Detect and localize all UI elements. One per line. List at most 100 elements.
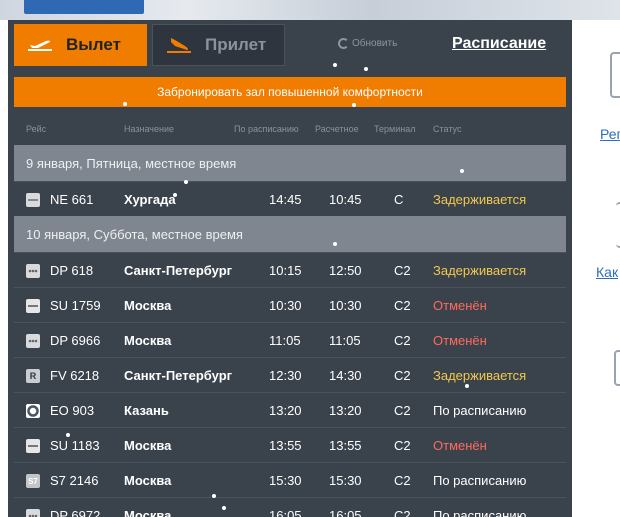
- right-sidebar: Рег Как: [572, 20, 620, 517]
- right-card-top[interactable]: [610, 52, 620, 98]
- terminal: C2: [394, 368, 411, 383]
- table-row[interactable]: NE 661 Хургада 14:45 10:45 C Задерживает…: [14, 181, 566, 216]
- tab-arrivals-label: Прилет: [205, 35, 267, 54]
- dot-marker: [173, 193, 177, 197]
- scheduled-time: 11:05: [269, 333, 301, 348]
- terminal: C2: [394, 438, 411, 453]
- scheduled-time: 13:55: [269, 438, 302, 453]
- table-row[interactable]: SU 1183 Москва 13:55 13:55 C2 Отменён: [14, 427, 566, 462]
- terminal: C2: [394, 508, 411, 517]
- registration-link[interactable]: Рег: [600, 126, 620, 142]
- tab-departures[interactable]: Вылет: [14, 24, 147, 66]
- flight-status: Отменён: [433, 438, 487, 453]
- flight-number: FV 6218: [50, 368, 100, 383]
- refresh-label: Обновить: [352, 38, 398, 49]
- scheduled-time: 10:15: [269, 263, 302, 278]
- destination: Хургада: [124, 192, 176, 207]
- refresh-icon: [338, 38, 349, 49]
- flight-number: S7 2146: [50, 473, 99, 488]
- estimated-time: 10:30: [329, 298, 362, 313]
- airline-logo-icon: [26, 404, 40, 418]
- airline-logo-icon: [26, 193, 40, 207]
- date-group-header: 10 января, Суббота, местное время: [14, 216, 566, 252]
- dot-marker: [352, 103, 356, 107]
- flight-status: Отменён: [433, 333, 487, 348]
- estimated-time: 15:30: [329, 473, 362, 488]
- flights-table: 9 января, Пятница, местное время NE 661 …: [14, 145, 566, 517]
- destination: Санкт-Петербург: [124, 263, 233, 278]
- estimated-time: 12:50: [329, 263, 362, 278]
- scheduled-time: 15:30: [269, 473, 302, 488]
- airline-logo-icon: S7: [26, 474, 40, 488]
- airline-logo-icon: [26, 439, 40, 453]
- column-header-scheduled: По расписанию: [234, 124, 299, 134]
- table-row[interactable]: SU 1759 Москва 10:30 10:30 C2 Отменён: [14, 287, 566, 322]
- airline-logo-icon: [26, 509, 40, 517]
- scheduled-time: 13:20: [269, 403, 302, 418]
- right-card-middle[interactable]: [616, 202, 620, 248]
- airline-logo-icon: [26, 299, 40, 313]
- destination: Санкт-Петербург: [124, 368, 233, 383]
- dot-marker: [222, 506, 226, 510]
- airline-logo-icon: [26, 264, 40, 278]
- right-card-bottom[interactable]: [614, 350, 620, 386]
- dot-marker: [66, 433, 70, 437]
- estimated-time: 16:05: [329, 508, 362, 517]
- dot-marker: [465, 384, 469, 388]
- destination: Казань: [124, 403, 169, 418]
- table-row[interactable]: DP 6966 Москва 11:05 11:05 C2 Отменён: [14, 322, 566, 357]
- dot-marker: [333, 242, 337, 246]
- scheduled-time: 16:05: [269, 508, 302, 517]
- airline-logo-icon: [26, 334, 40, 348]
- terminal: C2: [394, 298, 411, 313]
- tab-departures-label: Вылет: [66, 35, 121, 54]
- estimated-time: 11:05: [329, 333, 361, 348]
- flight-number: DP 618: [50, 263, 94, 278]
- dot-marker: [460, 169, 464, 173]
- flight-status: По расписанию: [433, 403, 527, 418]
- table-row[interactable]: S7 S7 2146 Москва 15:30 15:30 C2 По расп…: [14, 462, 566, 497]
- dot-marker: [364, 67, 368, 71]
- table-row[interactable]: EO 903 Казань 13:20 13:20 C2 По расписан…: [14, 392, 566, 427]
- table-row[interactable]: DP 6972 Москва 16:05 16:05 C2 По расписа…: [14, 497, 566, 517]
- estimated-time: 13:55: [329, 438, 362, 453]
- terminal: C: [394, 192, 404, 207]
- flight-number: EO 903: [50, 403, 95, 418]
- scheduled-time: 14:45: [269, 192, 302, 207]
- flight-number: NE 661: [50, 192, 94, 207]
- departure-plane-icon: [28, 40, 52, 51]
- table-row[interactable]: R FV 6218 Санкт-Петербург 12:30 14:30 C2…: [14, 357, 566, 392]
- how-to-link[interactable]: Как: [596, 264, 618, 280]
- dot-marker: [184, 180, 188, 184]
- destination: Москва: [124, 438, 172, 453]
- flight-status: Задерживается: [433, 263, 527, 278]
- dot-marker: [123, 102, 127, 106]
- destination: Москва: [124, 473, 172, 488]
- flight-status: Задерживается: [433, 192, 527, 207]
- flight-number: DP 6966: [50, 333, 101, 348]
- flight-number: SU 1183: [50, 438, 100, 453]
- terminal: C2: [394, 473, 411, 488]
- schedule-link[interactable]: Расписание: [452, 35, 546, 53]
- terminal: C2: [394, 403, 411, 418]
- flight-board-panel: Вылет Прилет Обновить Расписание Заброни…: [8, 20, 572, 517]
- flight-status: Задерживается: [433, 368, 527, 383]
- table-row[interactable]: DP 618 Санкт-Петербург 10:15 12:50 C2 За…: [14, 252, 566, 287]
- tab-arrivals[interactable]: Прилет: [152, 24, 285, 66]
- estimated-time: 10:45: [329, 192, 362, 207]
- flight-number: DP 6972: [50, 508, 101, 517]
- airline-logo-icon: R: [26, 369, 40, 383]
- destination: Москва: [124, 508, 172, 517]
- dot-marker: [333, 63, 337, 67]
- refresh-button[interactable]: Обновить: [338, 38, 397, 49]
- column-header-flight: Рейс: [26, 124, 47, 134]
- arrival-plane-icon: [167, 38, 191, 53]
- flight-number: SU 1759: [50, 298, 101, 313]
- scheduled-time: 12:30: [269, 368, 302, 383]
- estimated-time: 14:30: [329, 368, 362, 383]
- book-lounge-banner[interactable]: Забронировать зал повышенной комфортност…: [14, 77, 566, 107]
- dot-marker: [212, 494, 216, 498]
- top-banner-bar: [24, 0, 144, 14]
- column-header-destination: Назначение: [124, 124, 175, 134]
- terminal: C2: [394, 333, 411, 348]
